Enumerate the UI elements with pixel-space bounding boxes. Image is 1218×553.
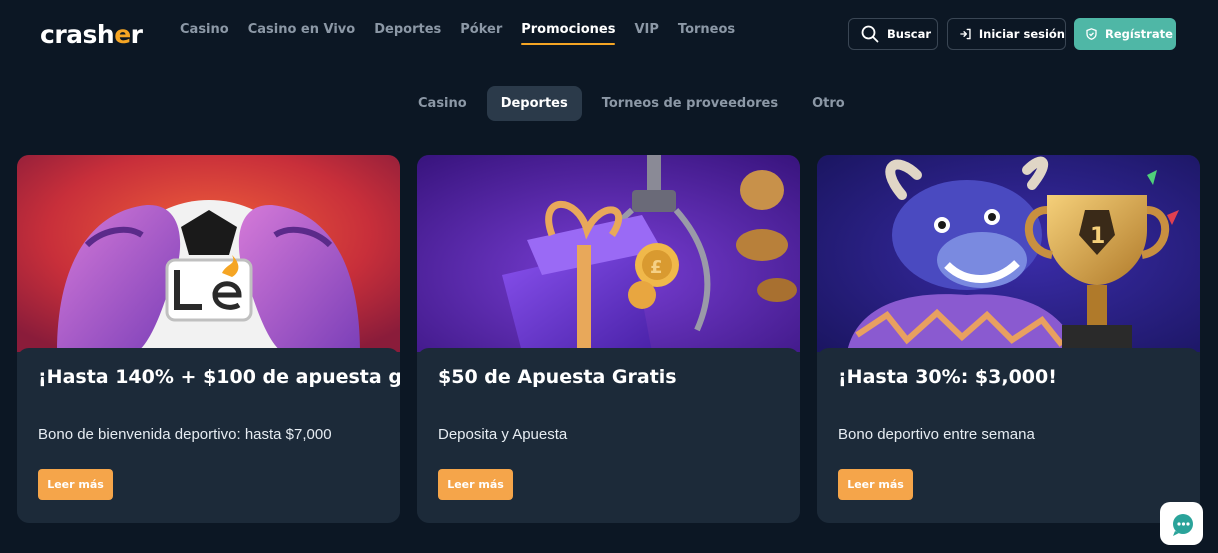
nav-item-deportes[interactable]: Deportes <box>374 22 441 45</box>
svg-text:1: 1 <box>1090 224 1105 249</box>
nav-item-promociones[interactable]: Promociones <box>521 22 616 45</box>
logo-text-part: r <box>130 20 143 49</box>
nav-item-casino-en-vivo[interactable]: Casino en Vivo <box>248 22 356 45</box>
promotion-category-tabs: Casino Deportes Torneos de proveedores O… <box>404 86 859 121</box>
promotion-description: Bono deportivo entre semana <box>838 426 1035 443</box>
nav-item-torneos[interactable]: Torneos <box>678 22 735 45</box>
promotion-image-bull-trophy: 1 <box>817 155 1200 352</box>
logo-flame-letter: e <box>114 20 131 49</box>
login-button-label: Iniciar sesión <box>978 27 1065 41</box>
read-more-button[interactable]: Leer más <box>38 469 113 500</box>
promotion-card: 1 ¡Hasta 30%: $3,000! Bono deportivo ent… <box>817 155 1200 523</box>
main-nav: Casino Casino en Vivo Deportes Póker Pro… <box>180 22 735 45</box>
crasher-logo[interactable]: crash e r <box>40 20 143 49</box>
promotion-description: Bono de bienvenida deportivo: hasta $7,0… <box>38 426 332 443</box>
shield-icon <box>1086 28 1097 40</box>
promotion-card-body: ¡Hasta 30%: $3,000! Bono deportivo entre… <box>817 348 1200 519</box>
register-button[interactable]: Regístrate <box>1074 18 1176 50</box>
promotion-card-body: ¡Hasta 140% + $100 de apuesta gratis! Bo… <box>17 348 400 519</box>
promotion-cards: ¡Hasta 140% + $100 de apuesta gratis! Bo… <box>17 155 1200 523</box>
top-navigation-bar: crash e r Casino Casino en Vivo Deportes P… <box>0 0 1218 66</box>
search-icon <box>861 25 879 43</box>
promotion-title: ¡Hasta 30%: $3,000! <box>838 366 1057 388</box>
search-button[interactable]: Buscar <box>848 18 938 50</box>
nav-item-poker[interactable]: Póker <box>460 22 502 45</box>
tab-otro[interactable]: Otro <box>798 86 859 121</box>
promotion-card: £ $50 de Apuesta Gratis Deposita y Apues… <box>417 155 800 523</box>
promotion-title: ¡Hasta 140% + $100 de apuesta gratis! <box>38 366 400 388</box>
read-more-button[interactable]: Leer más <box>438 469 513 500</box>
promotion-description: Deposita y Apuesta <box>438 426 568 443</box>
register-button-label: Regístrate <box>1105 27 1173 41</box>
tab-casino[interactable]: Casino <box>404 86 481 121</box>
promotion-card-body: $50 de Apuesta Gratis Deposita y Apuesta… <box>417 348 800 519</box>
nav-item-casino[interactable]: Casino <box>180 22 229 45</box>
chat-widget-button[interactable] <box>1160 502 1203 545</box>
logo-text-part: crash <box>40 20 115 49</box>
login-button[interactable]: Iniciar sesión <box>947 18 1066 50</box>
promotion-image-soccer-ball <box>17 155 400 352</box>
login-icon <box>960 28 971 40</box>
chat-icon <box>1172 513 1193 536</box>
promotion-image-gift-claw: £ <box>417 155 800 352</box>
promotion-title: $50 de Apuesta Gratis <box>438 366 677 388</box>
search-button-label: Buscar <box>887 27 932 41</box>
promotion-card: ¡Hasta 140% + $100 de apuesta gratis! Bo… <box>17 155 400 523</box>
nav-item-vip[interactable]: VIP <box>634 22 658 45</box>
tab-deportes[interactable]: Deportes <box>486 86 582 121</box>
tab-torneos-de-proveedores[interactable]: Torneos de proveedores <box>588 86 792 121</box>
read-more-button[interactable]: Leer más <box>838 469 913 500</box>
svg-text:£: £ <box>650 257 663 278</box>
